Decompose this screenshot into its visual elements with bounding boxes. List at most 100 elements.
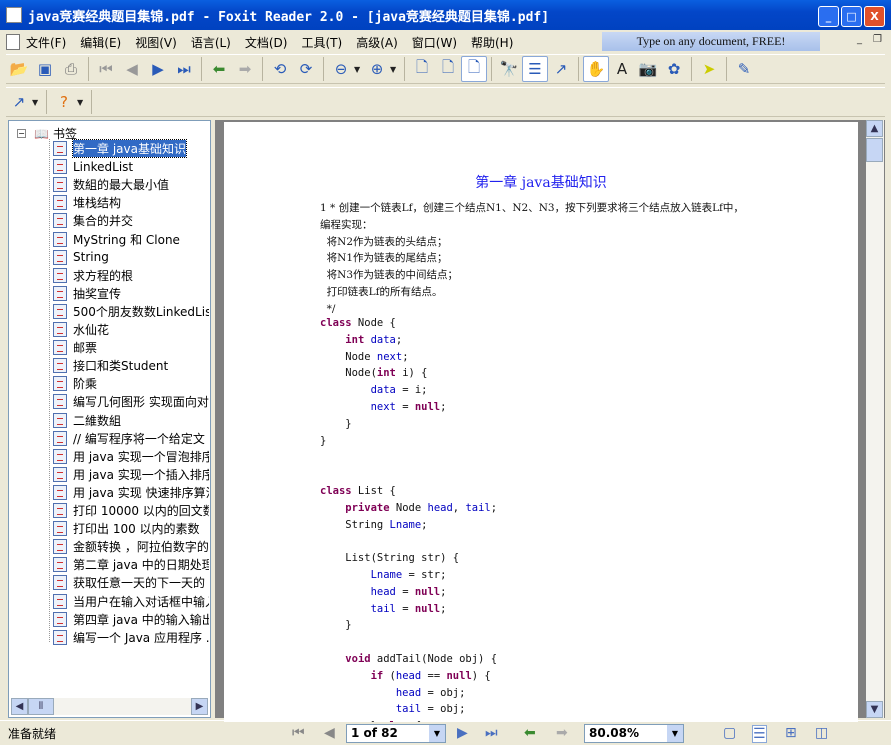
status-next-page-icon[interactable]: ▶: [457, 725, 468, 741]
page-number-field[interactable]: 1 of 82 ▼: [346, 724, 446, 743]
bookmarks-icon[interactable]: ☰: [522, 56, 548, 82]
zoom-out-dropdown-icon[interactable]: ▼: [354, 65, 364, 74]
bookmark-item[interactable]: MyString 和 Clone: [53, 231, 180, 248]
find-icon[interactable]: 🔭: [496, 56, 522, 82]
bookmark-item[interactable]: 用 java 实现一个插入排序: [53, 466, 209, 483]
back-icon[interactable]: ⬅: [206, 56, 232, 82]
menu-file[interactable]: 文件(F): [26, 34, 66, 51]
first-page-icon[interactable]: ⏮: [93, 56, 119, 82]
rotate-right-icon[interactable]: ⟳: [293, 56, 319, 82]
status-last-page-icon[interactable]: ⏭: [485, 725, 498, 741]
continuous-facing-icon[interactable]: ◫: [815, 725, 828, 741]
scroll-right-button[interactable]: ▶: [191, 698, 208, 715]
bookmark-item[interactable]: 二維数組: [53, 412, 121, 429]
bookmark-item[interactable]: 邮票: [53, 339, 97, 356]
vertical-scrollbar[interactable]: ▲ ▼: [866, 120, 884, 718]
bookmark-item[interactable]: 抽奖宣传: [53, 285, 121, 302]
menu-help[interactable]: 帮助(H): [471, 34, 513, 51]
scroll-down-button[interactable]: ▼: [866, 701, 883, 718]
bookmark-item[interactable]: 接口和类Student: [53, 357, 168, 374]
menu-edit[interactable]: 编辑(E): [80, 34, 121, 51]
plugin-icon[interactable]: ✿: [661, 56, 687, 82]
status-forward-icon[interactable]: ➡: [556, 725, 568, 741]
bookmark-item[interactable]: 第一章 java基础知识: [53, 139, 187, 158]
link-icon[interactable]: ↗: [548, 56, 574, 82]
bookmark-item[interactable]: LinkedList: [53, 158, 133, 175]
forward-icon[interactable]: ➡: [232, 56, 258, 82]
bookmark-item[interactable]: 第二章 java 中的日期处理: [53, 556, 209, 573]
bookmark-item[interactable]: 第四章 java 中的输入输出: [53, 611, 209, 628]
bookmark-item[interactable]: 打印 10000 以内的回文数: [53, 502, 209, 519]
mdi-restore-button[interactable]: ❐: [870, 34, 885, 49]
last-page-icon[interactable]: ⏭: [171, 56, 197, 82]
zoom-in-dropdown-icon[interactable]: ▼: [390, 65, 400, 74]
select-icon[interactable]: ➤: [696, 56, 722, 82]
fit-width-icon[interactable]: 🗋: [461, 56, 487, 82]
bookmark-item[interactable]: 数組的最大最小值: [53, 176, 169, 193]
bookmark-item[interactable]: 500个朋友数数LinkedList: [53, 303, 209, 320]
help-icon[interactable]: ?: [51, 89, 77, 115]
zoom-in-icon[interactable]: ⊕: [364, 56, 390, 82]
horizontal-scrollbar[interactable]: ◀ ⦀ ▶: [11, 698, 208, 715]
menu-advanced[interactable]: 高级(A): [356, 34, 398, 51]
collapse-icon[interactable]: −: [17, 129, 26, 138]
minimize-button[interactable]: _: [818, 6, 839, 27]
bookmark-item[interactable]: 堆栈结构: [53, 194, 121, 211]
actual-size-icon[interactable]: 🗋: [409, 56, 435, 82]
menu-window[interactable]: 窗口(W): [412, 34, 457, 51]
typewriter-ad-banner[interactable]: Type on any document, FREE!: [602, 32, 820, 51]
scroll-left-button[interactable]: ◀: [11, 698, 28, 715]
prev-page-icon[interactable]: ◀: [119, 56, 145, 82]
single-page-icon[interactable]: ▢: [723, 725, 736, 741]
page-dropdown-icon[interactable]: ▼: [429, 725, 445, 742]
save-icon[interactable]: ▣: [32, 56, 58, 82]
bookmark-item[interactable]: 获取任意一天的下一天的: [53, 574, 205, 591]
menu-document[interactable]: 文档(D): [245, 34, 288, 51]
print-icon[interactable]: ⎙: [58, 56, 84, 82]
vertical-scroll-thumb[interactable]: [866, 138, 883, 162]
help-dropdown-icon[interactable]: ▼: [77, 98, 87, 107]
typewriter-icon[interactable]: ✎: [731, 56, 757, 82]
bookmark-page-icon: [53, 412, 67, 428]
status-first-page-icon[interactable]: ⏮: [292, 725, 305, 741]
continuous-icon[interactable]: ☰: [752, 725, 767, 743]
bookmark-item[interactable]: String: [53, 249, 109, 266]
scroll-up-button[interactable]: ▲: [866, 120, 883, 137]
bookmark-item[interactable]: 水仙花: [53, 321, 109, 338]
bookmark-item[interactable]: 编写几何图形 实现面向对: [53, 393, 209, 410]
zoom-out-icon[interactable]: ⊖: [328, 56, 354, 82]
zoom-field[interactable]: 80.08% ▼: [584, 724, 684, 743]
bookmark-item[interactable]: 打印出 100 以内的素数: [53, 520, 200, 537]
menu-view[interactable]: 视图(V): [135, 34, 177, 51]
facing-icon[interactable]: ⊞: [785, 725, 797, 741]
fit-page-icon[interactable]: 🗋: [435, 56, 461, 82]
bookmark-item[interactable]: 用 java 实现 快速排序算法: [53, 484, 209, 501]
menu-tools[interactable]: 工具(T): [301, 34, 342, 51]
arrow-tool-icon[interactable]: ↗: [6, 89, 32, 115]
bookmark-item[interactable]: 金额转换 ，阿拉伯数字的: [53, 538, 209, 555]
scroll-thumb[interactable]: ⦀: [28, 698, 54, 715]
snapshot-icon[interactable]: 📷: [635, 56, 661, 82]
zoom-dropdown-icon[interactable]: ▼: [667, 725, 683, 742]
next-page-icon[interactable]: ▶: [145, 56, 171, 82]
hand-tool-icon[interactable]: ✋: [583, 56, 609, 82]
close-button[interactable]: X: [864, 6, 885, 27]
arrow-dropdown-icon[interactable]: ▼: [32, 98, 42, 107]
bookmark-item[interactable]: 阶乘: [53, 375, 97, 392]
mdi-minimize-button[interactable]: _: [852, 34, 867, 49]
text-select-icon[interactable]: A: [609, 56, 635, 82]
maximize-button[interactable]: □: [841, 6, 862, 27]
text-line: 编程实现：: [320, 218, 373, 231]
bookmark-item[interactable]: 用 java 实现一个冒泡排序: [53, 448, 209, 465]
status-prev-page-icon[interactable]: ◀: [324, 725, 335, 741]
status-back-icon[interactable]: ⬅: [524, 725, 536, 741]
bookmark-page-icon: [53, 267, 67, 283]
bookmark-item[interactable]: 求方程的根: [53, 267, 133, 284]
bookmark-item[interactable]: 当用户在输入对话框中输入: [53, 593, 209, 610]
bookmark-item[interactable]: 编写一个 Java 应用程序 .: [53, 629, 209, 646]
rotate-left-icon[interactable]: ⟲: [267, 56, 293, 82]
menu-language[interactable]: 语言(L): [191, 34, 231, 51]
bookmark-item[interactable]: // 编写程序将一个给定文: [53, 430, 205, 447]
open-icon[interactable]: 📂: [6, 56, 32, 82]
bookmark-item[interactable]: 集合的并交: [53, 212, 133, 229]
